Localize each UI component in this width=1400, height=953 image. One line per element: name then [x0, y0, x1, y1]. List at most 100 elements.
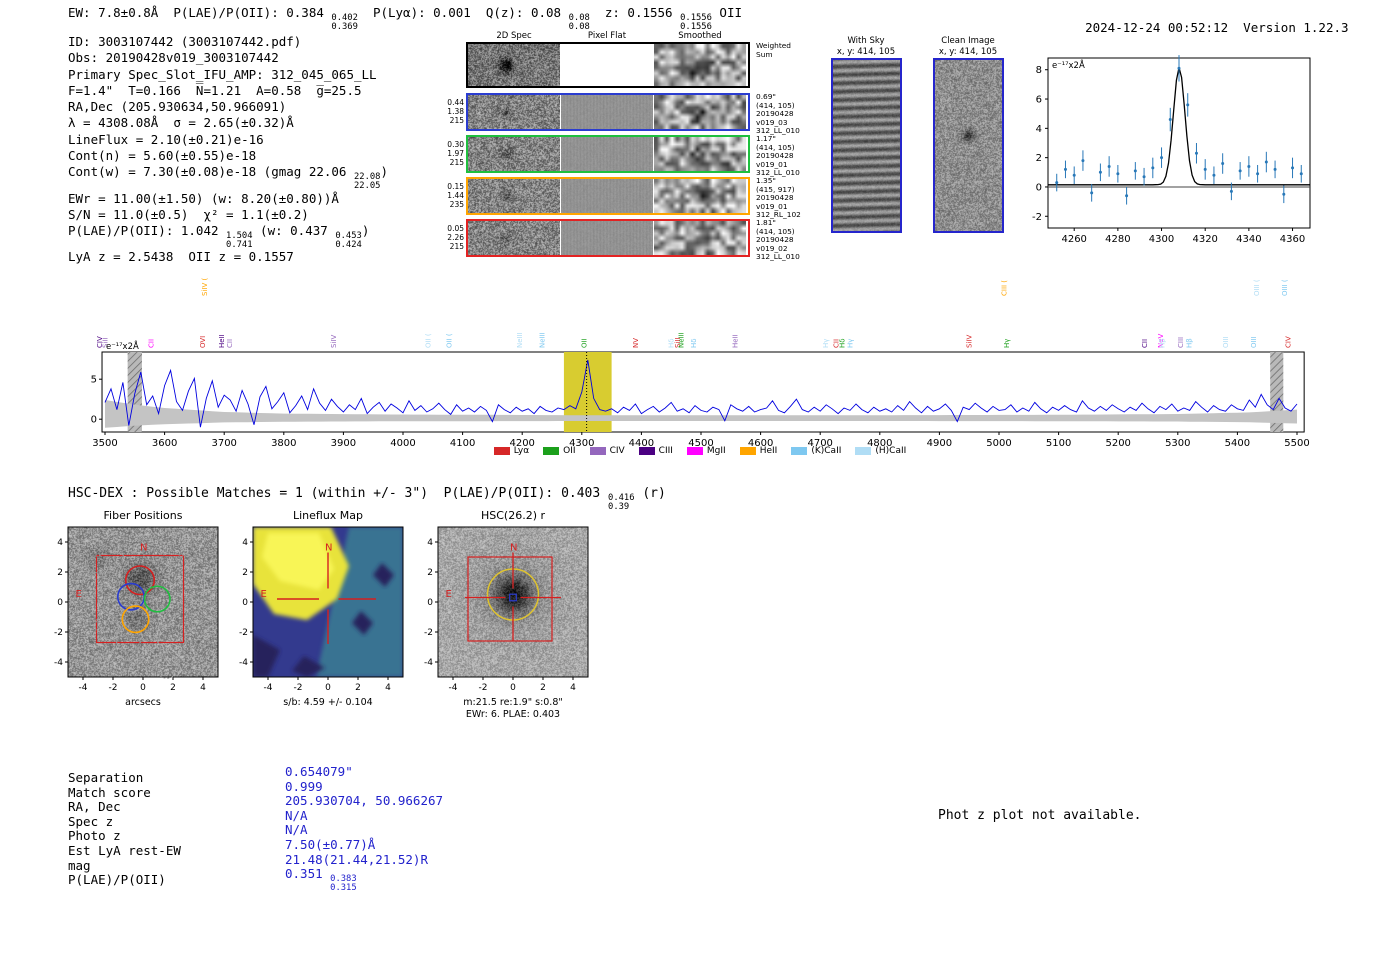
text-segment: Cont(w) = 7.30(±0.08)e-18 (gmag 22.06 — [68, 164, 354, 180]
svg-text:OII: OII — [581, 338, 589, 348]
spec2d-image — [468, 221, 560, 255]
fraction-bottom: 0.315 — [330, 882, 357, 893]
legend-item-ciii: CIII — [638, 446, 673, 456]
compass-north-label: N — [510, 542, 517, 553]
text-segment: ) — [380, 164, 388, 180]
hsc-markers — [465, 552, 561, 642]
pixel-flat-image — [561, 179, 653, 213]
match-value: N/A — [285, 822, 308, 837]
text-segment: Obs: 20190428v019_3003107442 — [68, 50, 279, 66]
svg-text:Hγ: Hγ — [846, 339, 854, 348]
target-crosshair — [465, 552, 561, 641]
svg-text:SiIV (: SiIV ( — [201, 278, 209, 296]
fiber-weight-label: 0.05 2.26 215 — [447, 224, 464, 252]
info-line: S/N = 11.0(±0.5) χ² = 1.1(±0.2) — [68, 207, 388, 223]
legend-item-lya: Lyα — [493, 446, 530, 456]
svg-text:5: 5 — [91, 375, 97, 386]
svg-text:0: 0 — [325, 683, 331, 693]
svg-text:OIII (: OIII ( — [1281, 279, 1289, 296]
svg-text:0: 0 — [510, 683, 516, 693]
summary-header: EW: 7.8±0.8Å P(LAE)/P(OII): 0.384 0.402 0… — [68, 5, 742, 31]
svg-text:-2: -2 — [294, 683, 303, 693]
fraction-bottom: 0.369 — [331, 21, 358, 32]
sky-panel-title: With Sky — [847, 36, 885, 46]
inactive-fiber-circle — [69, 553, 94, 579]
text-segment: S/N = 11.0(±0.5) χ² = 1.1(±0.2) — [68, 206, 309, 222]
svg-text:-2: -2 — [109, 683, 118, 693]
lineflux-map-panel: Lineflux Map -4 -4 -2 -2 0 0 2 2 4 4 N Es/b: 4.59 +/… — [225, 505, 425, 735]
text-segment: ID: 3003107442 (3003107442.pdf) — [68, 34, 302, 49]
svg-text:4: 4 — [242, 538, 248, 548]
flux-units-label: e⁻¹⁷x2Å — [1052, 59, 1085, 71]
svg-text:4360: 4360 — [1280, 234, 1305, 245]
fiber-positions-svg: Fiber Positions -4 -4 -2 -2 0 0 2 2 4 4 N Earcsecs — [54, 509, 219, 708]
svg-text:4: 4 — [570, 683, 576, 693]
fiber-weight-label: 0.30 1.97 215 — [447, 140, 464, 168]
sky-panel-coords: x, y: 414, 105 — [836, 47, 896, 57]
svg-text:2: 2 — [170, 683, 176, 693]
smoothed-image — [654, 44, 746, 86]
svg-text:CIV: CIV — [1284, 336, 1292, 348]
svg-text:Hγ: Hγ — [1003, 339, 1011, 348]
text-segment: N/A — [285, 822, 308, 838]
match-label: Photo z — [68, 828, 121, 844]
svg-text:4: 4 — [200, 683, 206, 693]
info-line: P(LAE)/P(OII): 1.042 1.504 0.741 (w: 0.43… — [68, 223, 388, 249]
spec2d-image — [468, 179, 560, 213]
cutout-caption: m:21.5 re:1.9" s:0.8" — [463, 697, 563, 708]
spec2d-col-header-pixelflat: Pixel Flat — [587, 31, 627, 41]
svg-text:-4: -4 — [54, 658, 63, 668]
text-segment: P(Lyα): 0.001 Q(z): 0.08 — [357, 5, 569, 20]
info-line: λ = 4308.08Å σ = 2.65(±0.32)Å — [68, 115, 388, 131]
line-fit-plot: -2 0 2 4 6 8 4260 4280 4300 4320 4340 4360 e⁻¹⁷x2Å — [1025, 48, 1325, 253]
fraction-bottom: 0.08 — [568, 21, 590, 32]
legend-item-kcaii: (K)CaII — [791, 446, 841, 456]
inactive-fiber-circle — [76, 598, 102, 624]
svg-text:OIII: OIII — [1222, 336, 1230, 348]
stacked-fraction: 0.402 0.369 — [331, 14, 357, 31]
inactive-fiber-circle — [85, 555, 111, 580]
svg-text:4260: 4260 — [1061, 234, 1086, 245]
report-meta: 2024-12-24 00:52:12 Version 1.22.3 — [1055, 5, 1348, 50]
legend-label: Lyα — [513, 446, 530, 456]
spec2d-row — [466, 177, 750, 215]
match-info-table: Separation 0.654079" Match score 0.999 RA, D… — [68, 764, 568, 892]
fraction-bottom: 0.741 — [226, 239, 253, 250]
with-sky-canvas — [833, 60, 900, 231]
text-segment: (w: 0.437 — [252, 223, 336, 239]
svg-text:3800: 3800 — [271, 438, 296, 449]
svg-text:Hγ: Hγ — [822, 339, 830, 348]
svg-text:NV: NV — [632, 338, 640, 348]
match-value: 0.351 0.383 0.315 — [285, 866, 357, 892]
smoothed-image — [654, 137, 746, 171]
text-segment: F=1.4" T=0.166 N̅=1.21 A=0.58 g̅=25.5 — [68, 82, 362, 98]
svg-text:2: 2 — [1036, 153, 1042, 164]
svg-text:CIII: CIII — [1177, 337, 1185, 348]
match-row: P(LAE)/P(OII) 0.351 0.383 0.315 — [68, 866, 568, 892]
plot-frame — [1047, 57, 1311, 229]
svg-text:5200: 5200 — [1105, 438, 1130, 449]
cutout-title: Fiber Positions — [104, 509, 183, 522]
svg-text:0: 0 — [91, 415, 97, 426]
text-segment: λ = 4308.08Å σ = 2.65(±0.32)Å — [68, 115, 294, 131]
svg-text:NeIII: NeIII — [516, 332, 524, 348]
inactive-fiber-circle — [136, 637, 162, 663]
info-line: Cont(n) = 5.60(±0.55)e-18 — [68, 148, 388, 164]
match-label: Separation — [68, 770, 144, 785]
svg-text:-2: -2 — [424, 628, 433, 638]
svg-text:-4: -4 — [239, 658, 248, 668]
match-label: Spec z — [68, 813, 114, 829]
match-label: Match score — [68, 784, 151, 800]
spec2d-row — [466, 93, 750, 131]
clean-image — [933, 58, 1004, 233]
text-segment: z: 0.1556 — [589, 5, 681, 20]
cutout-caption: arcsecs — [125, 697, 161, 708]
svg-text:3900: 3900 — [331, 438, 356, 449]
weighted-fiber-circle — [124, 565, 156, 596]
lineflux-map-svg: Lineflux Map -4 -4 -2 -2 0 0 2 2 4 4 N Es/b: 4.59 +/… — [239, 509, 404, 708]
svg-text:-2: -2 — [479, 683, 488, 693]
stacked-fraction: 0.383 0.315 — [330, 875, 356, 892]
legend-item-hcaii: (H)CaII — [855, 446, 906, 456]
svg-text:NeIII: NeIII — [538, 332, 546, 348]
fraction-bottom: 22.05 — [353, 180, 381, 191]
